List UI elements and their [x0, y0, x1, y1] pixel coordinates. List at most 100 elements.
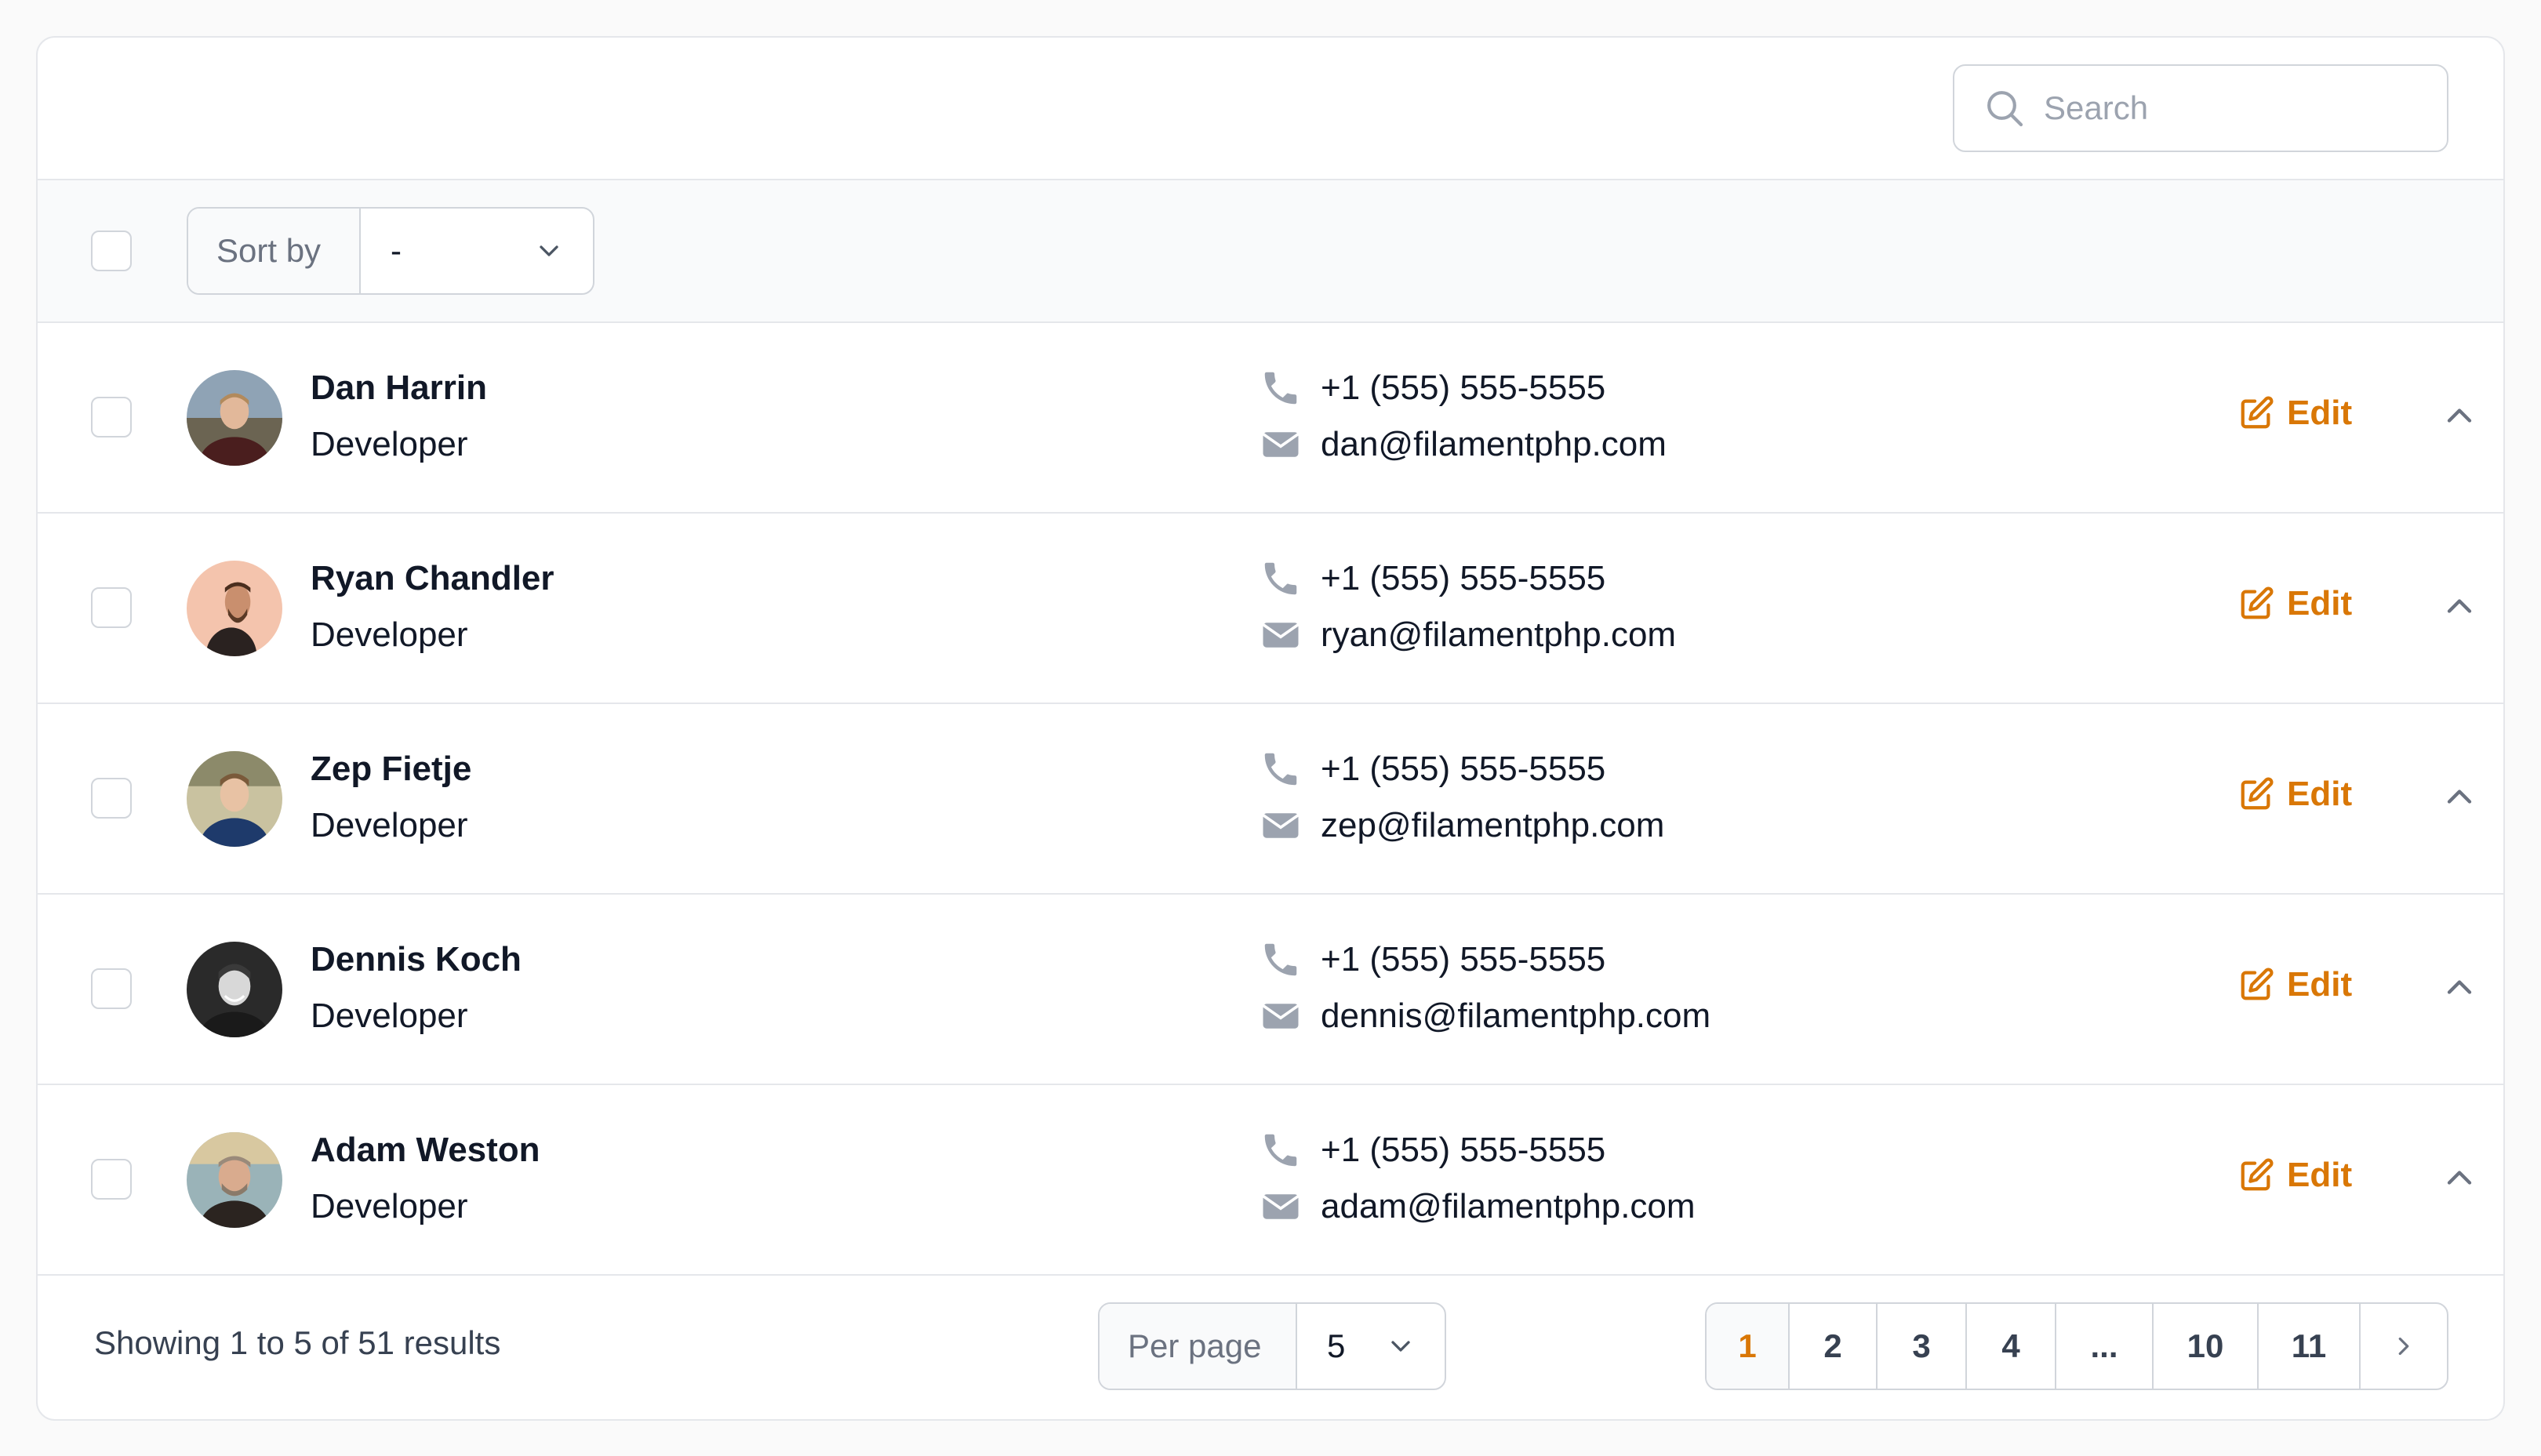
table-row: Dennis Koch Developer +1 (555) 555-5555 … [38, 895, 2503, 1085]
email-address: zep@filamentphp.com [1321, 806, 1665, 844]
phone-icon [1264, 1134, 1297, 1167]
per-page-control[interactable]: Per page 5 [1098, 1302, 1446, 1390]
phone-line: +1 (555) 555-5555 [1260, 1129, 1605, 1171]
collapse-button[interactable] [2439, 967, 2480, 1008]
user-name: Zep Fietje [311, 750, 472, 788]
email-line: ryan@filamentphp.com [1260, 614, 1676, 656]
email-address: ryan@filamentphp.com [1321, 615, 1677, 654]
envelope-icon [1262, 1004, 1300, 1029]
envelope-icon [1262, 432, 1300, 457]
edit-button[interactable]: Edit [2238, 394, 2352, 433]
per-page-select[interactable]: 5 [1297, 1304, 1445, 1389]
row-checkbox[interactable] [91, 1159, 132, 1200]
chevron-up-icon [2447, 790, 2472, 804]
search-box[interactable] [1953, 64, 2448, 152]
page-button[interactable]: 11 [2259, 1304, 2361, 1389]
edit-label: Edit [2287, 1156, 2353, 1194]
edit-label: Edit [2287, 775, 2353, 813]
collapse-button[interactable] [2439, 586, 2480, 626]
user-role: Developer [311, 615, 468, 654]
edit-button[interactable]: Edit [2238, 1156, 2352, 1195]
chevron-up-icon [2447, 599, 2472, 613]
search-input[interactable] [2044, 89, 2420, 127]
chevron-up-icon [2447, 1171, 2472, 1185]
page-button[interactable]: 3 [1878, 1304, 1967, 1389]
user-name: Adam Weston [311, 1131, 540, 1169]
pencil-square-icon [2241, 968, 2274, 1000]
results-summary: Showing 1 to 5 of 51 results [94, 1324, 501, 1361]
per-page-value: 5 [1327, 1327, 1346, 1364]
phone-icon [1264, 753, 1297, 786]
row-checkbox[interactable] [91, 778, 132, 819]
envelope-icon [1262, 1194, 1300, 1219]
table-toolbar: Sort by - [38, 180, 2503, 323]
row-checkbox[interactable] [91, 968, 132, 1009]
page-ellipsis: ... [2056, 1304, 2154, 1389]
user-role: Developer [311, 1187, 468, 1225]
envelope-icon [1262, 813, 1300, 838]
table-row: Adam Weston Developer +1 (555) 555-5555 … [38, 1085, 2503, 1276]
phone-line: +1 (555) 555-5555 [1260, 748, 1605, 790]
chevron-down-icon [540, 245, 558, 256]
table-footer: Showing 1 to 5 of 51 results Per page 5 … [38, 1276, 2503, 1415]
email-line: zep@filamentphp.com [1260, 804, 1664, 847]
table-row: Dan Harrin Developer +1 (555) 555-5555 d… [38, 323, 2503, 514]
avatar [187, 751, 282, 847]
email-address: dennis@filamentphp.com [1321, 997, 1711, 1035]
sort-control[interactable]: Sort by - [187, 207, 594, 295]
user-name: Ryan Chandler [311, 559, 554, 597]
table-header [38, 38, 2503, 180]
collapse-button[interactable] [2439, 1157, 2480, 1198]
page-button[interactable]: 4 [1967, 1304, 2056, 1389]
phone-number: +1 (555) 555-5555 [1321, 750, 1606, 788]
next-page-button[interactable] [2361, 1304, 2447, 1389]
edit-button[interactable]: Edit [2238, 584, 2352, 623]
edit-label: Edit [2287, 965, 2353, 1004]
phone-icon [1264, 372, 1297, 405]
email-line: dan@filamentphp.com [1260, 423, 1667, 466]
pencil-square-icon [2241, 586, 2274, 619]
email-address: dan@filamentphp.com [1321, 425, 1667, 463]
email-line: adam@filamentphp.com [1260, 1185, 1696, 1228]
page-button[interactable]: 1 [1707, 1304, 1790, 1389]
user-role: Developer [311, 806, 468, 844]
phone-number: +1 (555) 555-5555 [1321, 369, 1606, 407]
page-button[interactable]: 2 [1790, 1304, 1878, 1389]
sort-select[interactable]: - [361, 209, 593, 293]
sort-by-label: Sort by [188, 209, 361, 293]
phone-number: +1 (555) 555-5555 [1321, 940, 1606, 979]
collapse-button[interactable] [2439, 776, 2480, 817]
chevron-up-icon [2447, 980, 2472, 994]
avatar [187, 942, 282, 1037]
select-all-checkbox[interactable] [91, 231, 132, 271]
phone-line: +1 (555) 555-5555 [1260, 367, 1605, 409]
phone-icon [1264, 943, 1297, 976]
avatar [187, 1132, 282, 1228]
edit-button[interactable]: Edit [2238, 775, 2352, 814]
search-icon [1987, 91, 2023, 127]
page-button[interactable]: 10 [2154, 1304, 2259, 1389]
phone-icon [1264, 562, 1297, 595]
edit-label: Edit [2287, 394, 2353, 432]
avatar [187, 370, 282, 466]
edit-button[interactable]: Edit [2238, 965, 2352, 1004]
chevron-right-icon [2398, 1337, 2409, 1356]
collapse-button[interactable] [2439, 395, 2480, 436]
pagination: 1 2 3 4 ... 10 11 [1705, 1302, 2448, 1390]
phone-line: +1 (555) 555-5555 [1260, 557, 1605, 600]
pencil-square-icon [2241, 777, 2274, 810]
edit-label: Edit [2287, 584, 2353, 623]
table-card: Sort by - Dan Harrin Developer +1 [36, 36, 2505, 1421]
row-checkbox[interactable] [91, 587, 132, 628]
per-page-label: Per page [1100, 1304, 1297, 1389]
phone-number: +1 (555) 555-5555 [1321, 1131, 1606, 1169]
user-name: Dennis Koch [311, 940, 522, 979]
chevron-up-icon [2447, 408, 2472, 423]
email-address: adam@filamentphp.com [1321, 1187, 1696, 1225]
email-line: dennis@filamentphp.com [1260, 995, 1710, 1037]
user-role: Developer [311, 997, 468, 1035]
pencil-square-icon [2241, 396, 2274, 429]
user-role: Developer [311, 425, 468, 463]
avatar [187, 561, 282, 656]
row-checkbox[interactable] [91, 397, 132, 438]
